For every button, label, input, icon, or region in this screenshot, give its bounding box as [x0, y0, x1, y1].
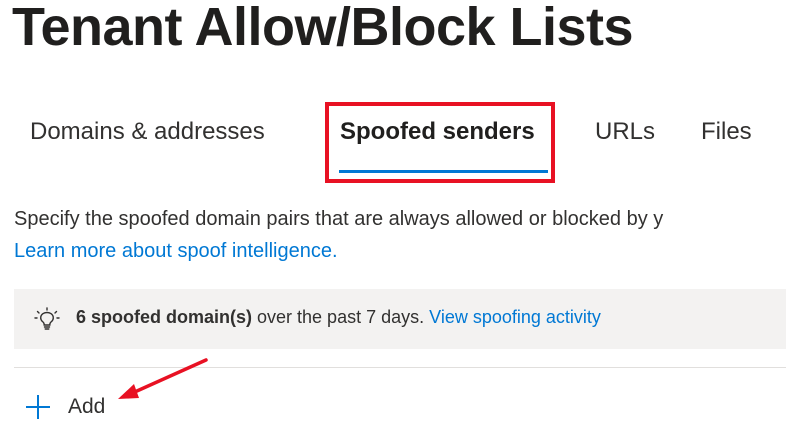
- page: Tenant Allow/Block Lists Domains & addre…: [0, 0, 786, 435]
- spoof-info-bar: 6 spoofed domain(s) over the past 7 days…: [14, 289, 786, 349]
- page-title: Tenant Allow/Block Lists: [12, 0, 634, 57]
- tab-domains-addresses[interactable]: Domains & addresses: [30, 118, 265, 146]
- add-button[interactable]: Add: [24, 391, 105, 423]
- plus-icon: [26, 395, 50, 419]
- add-button-label: Add: [68, 395, 106, 418]
- lightbulb-icon: [34, 307, 60, 330]
- description-text: Specify the spoofed domain pairs that ar…: [14, 208, 664, 230]
- annotation-highlight-box: [325, 102, 555, 183]
- view-spoofing-activity-link[interactable]: View spoofing activity: [429, 307, 601, 327]
- tab-files[interactable]: Files: [701, 118, 752, 146]
- tab-urls[interactable]: URLs: [595, 118, 655, 146]
- spoofed-period: over the past 7 days.: [252, 307, 425, 327]
- spoof-info-text: 6 spoofed domain(s) over the past 7 days…: [76, 307, 601, 328]
- divider: [14, 367, 786, 368]
- learn-more-link[interactable]: Learn more about spoof intelligence.: [14, 240, 338, 263]
- spoofed-count: 6 spoofed domain(s): [76, 307, 253, 327]
